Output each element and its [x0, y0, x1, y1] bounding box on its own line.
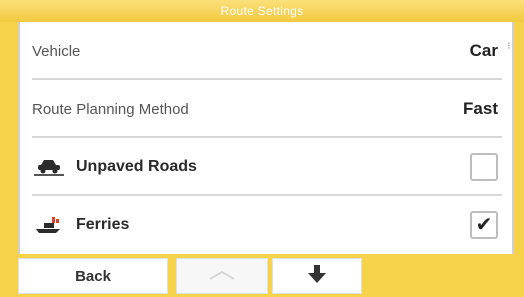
unpaved-roads-checkbox[interactable]	[470, 153, 498, 181]
scroll-up-button[interactable]	[176, 258, 268, 294]
settings-panel: ⁝ Vehicle Car Route Planning Method Fast	[18, 22, 514, 254]
checkmark-icon: ✔	[475, 214, 493, 236]
setting-label: Route Planning Method	[32, 100, 189, 118]
option-label: Ferries	[76, 216, 130, 233]
back-button-label: Back	[75, 267, 111, 285]
option-row-unpaved-roads[interactable]: Unpaved Roads	[32, 140, 502, 196]
setting-value: Car	[469, 41, 498, 60]
scroll-down-icon	[306, 264, 328, 289]
window-title: Route Settings	[0, 0, 524, 22]
setting-row-vehicle[interactable]: Vehicle Car	[32, 24, 502, 80]
option-label: Unpaved Roads	[76, 158, 197, 175]
ferries-checkbox[interactable]: ✔	[470, 211, 498, 239]
unpaved-road-icon	[32, 157, 66, 177]
option-row-ferries[interactable]: Ferries ✔	[32, 198, 502, 252]
scroll-up-icon	[207, 267, 237, 285]
bottom-bar: Back	[0, 254, 524, 297]
route-settings-window: Route Settings ⁝ Vehicle Car Route Plann…	[0, 0, 524, 297]
setting-row-route-planning-method[interactable]: Route Planning Method Fast	[32, 82, 502, 138]
setting-value: Fast	[463, 99, 498, 118]
scroll-down-button[interactable]	[272, 258, 362, 294]
setting-label: Vehicle	[32, 42, 81, 60]
scroll-indicator: ⁝	[507, 41, 511, 52]
back-button[interactable]: Back	[18, 258, 168, 294]
ferry-icon	[32, 215, 66, 235]
